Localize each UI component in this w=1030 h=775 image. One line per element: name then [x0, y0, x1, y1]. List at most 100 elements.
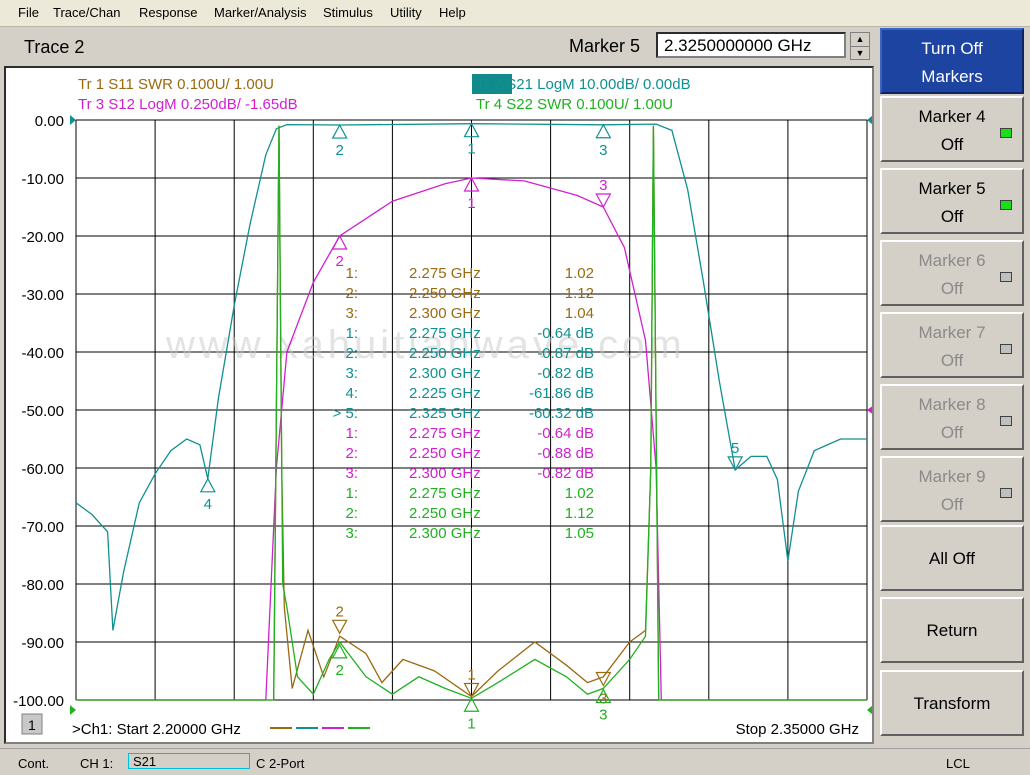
marker-readout-value: -0.88 dB	[537, 445, 594, 462]
marker-readout-number: 3:	[345, 305, 358, 322]
marker-number: 4	[204, 496, 212, 513]
reference-arrow-s22-right-icon	[867, 705, 873, 715]
softkey-6[interactable]: Marker 8 Off	[880, 384, 1024, 450]
softkey-label: Marker 6	[918, 251, 986, 270]
marker-frequency-spinner[interactable]: ▲ ▼	[850, 32, 870, 60]
marker-readout-number: 3:	[345, 525, 358, 542]
softkey-5[interactable]: Marker 7 Off	[880, 312, 1024, 378]
menu-stimulus[interactable]: Stimulus	[323, 5, 373, 20]
marker-readout-value: -0.82 dB	[537, 365, 594, 382]
softkey-4[interactable]: Marker 6 Off	[880, 240, 1024, 306]
marker-readout-value: 1.04	[565, 305, 594, 322]
softkey-label: Transform	[913, 694, 991, 713]
marker-label: Marker 5	[569, 36, 641, 56]
reference-arrow-left-icon	[70, 115, 76, 125]
trace-label-4[interactable]: Tr 4 S22 SWR 0.100U/ 1.00U	[476, 96, 673, 113]
y-tick-label: -100.00	[13, 693, 64, 710]
y-tick-label: -80.00	[21, 577, 64, 594]
start-frequency[interactable]: >Ch1: Start 2.20000 GHz	[72, 721, 241, 738]
softkey-label: Marker 8	[918, 395, 986, 414]
marker-number: 2	[335, 253, 343, 270]
marker-readout-value: -0.64 dB	[537, 425, 594, 442]
marker-readout-value: 1.12	[565, 285, 594, 302]
marker-triangle-icon[interactable]	[199, 477, 216, 493]
marker-readout-frequency: 2.300 GHz	[409, 365, 481, 382]
softkey-3[interactable]: Marker 5 Off	[880, 168, 1024, 234]
marker-readout-value: 1.05	[565, 525, 594, 542]
menu-help[interactable]: Help	[439, 5, 466, 20]
marker-readout-value: -60.32 dB	[529, 405, 594, 422]
marker-readout-frequency: 2.225 GHz	[409, 385, 481, 402]
marker-readout-frequency: 2.250 GHz	[409, 505, 481, 522]
marker-triangle-icon[interactable]	[331, 234, 348, 250]
marker-readout-value: -0.64 dB	[537, 325, 594, 342]
marker-readout-number: > 5:	[333, 405, 358, 422]
trace-label-3[interactable]: Tr 3 S12 LogM 0.250dB/ -1.65dB	[78, 96, 298, 113]
marker-readout-number: 3:	[345, 465, 358, 482]
menu-utility[interactable]: Utility	[390, 5, 422, 20]
marker-readout-table: 1: 2.275 GHz 1.02 2: 2.250 GHz 1.12 3: 2.300 GH…	[333, 265, 594, 542]
marker-readout-frequency: 2.300 GHz	[409, 525, 481, 542]
status-parameter-box[interactable]: S21	[128, 753, 250, 769]
softkey-indicator-icon	[1000, 344, 1012, 354]
marker-readout-number: 2:	[345, 345, 358, 362]
trace-label-2[interactable]: Tr 2 S21 LogM 10.00dB/ 0.00dB	[476, 76, 691, 93]
menu-bar: File Trace/Chan Response Marker/Analysis…	[0, 0, 1030, 27]
status-lcl: LCL	[946, 756, 970, 771]
softkey-9[interactable]: Return	[880, 597, 1024, 663]
menu-trace-chan[interactable]: Trace/Chan	[53, 5, 120, 20]
softkey-indicator-icon	[1000, 416, 1012, 426]
marker-number: 3	[599, 177, 607, 194]
marker-readout-value: 1.12	[565, 505, 594, 522]
marker-number: 1	[467, 195, 475, 212]
marker-triangle-icon[interactable]	[331, 643, 348, 659]
marker-number: 2	[335, 662, 343, 679]
trace-title: Trace 2	[24, 37, 85, 57]
marker-number: 2	[335, 142, 343, 159]
marker-readout-number: 2:	[345, 285, 358, 302]
softkey-1[interactable]: Turn Off Markers	[880, 28, 1024, 94]
marker-triangle-icon[interactable]	[331, 123, 348, 139]
marker-readout-value: -61.86 dB	[529, 385, 594, 402]
marker-triangle-icon[interactable]	[331, 619, 348, 635]
stop-frequency[interactable]: Stop 2.35000 GHz	[736, 721, 859, 738]
spin-up-icon[interactable]: ▲	[851, 33, 869, 47]
marker-readout-value: 1.02	[565, 485, 594, 502]
marker-readout-frequency: 2.325 GHz	[409, 405, 481, 422]
marker-triangle-icon[interactable]	[595, 123, 612, 139]
softkey-10[interactable]: Transform	[880, 670, 1024, 736]
reference-arrow-s22-left-icon	[70, 705, 76, 715]
marker-readout-value: -0.82 dB	[537, 465, 594, 482]
marker-number: 1	[467, 715, 475, 732]
softkey-sublabel: Off	[940, 207, 964, 226]
y-tick-label: 0.00	[35, 113, 64, 130]
marker-readout-number: 4:	[345, 385, 358, 402]
softkey-2[interactable]: Marker 4 Off	[880, 96, 1024, 162]
trace-label-1[interactable]: Tr 1 S11 SWR 0.100U/ 1.00U	[78, 76, 274, 93]
marker-readout-frequency: 2.300 GHz	[409, 465, 481, 482]
softkey-indicator-icon	[1000, 128, 1012, 138]
menu-marker-analysis[interactable]: Marker/Analysis	[214, 5, 306, 20]
softkey-label: All Off	[929, 549, 975, 568]
marker-readout-frequency: 2.275 GHz	[409, 485, 481, 502]
marker-readout-number: 2:	[345, 505, 358, 522]
menu-file[interactable]: File	[18, 5, 39, 20]
softkey-sublabel: Off	[940, 423, 964, 442]
softkey-indicator-icon	[1000, 488, 1012, 498]
softkey-label: Marker 5	[918, 179, 986, 198]
y-tick-label: -30.00	[21, 287, 64, 304]
softkey-label: Marker 4	[918, 107, 986, 126]
marker-readout-frequency: 2.275 GHz	[409, 265, 481, 282]
marker-readout-frequency: 2.275 GHz	[409, 425, 481, 442]
y-tick-label: -60.00	[21, 461, 64, 478]
softkey-7[interactable]: Marker 9 Off	[880, 456, 1024, 522]
softkey-sublabel: Off	[940, 135, 964, 154]
spin-down-icon[interactable]: ▼	[851, 47, 869, 60]
softkey-label: Marker 9	[918, 467, 986, 486]
softkey-sublabel: Off	[940, 351, 964, 370]
softkey-indicator-icon	[1000, 200, 1012, 210]
marker-frequency-input[interactable]: 2.3250000000 GHz	[656, 32, 846, 58]
softkey-8[interactable]: All Off	[880, 525, 1024, 591]
marker-readout-number: 1:	[345, 265, 358, 282]
menu-response[interactable]: Response	[139, 5, 198, 20]
